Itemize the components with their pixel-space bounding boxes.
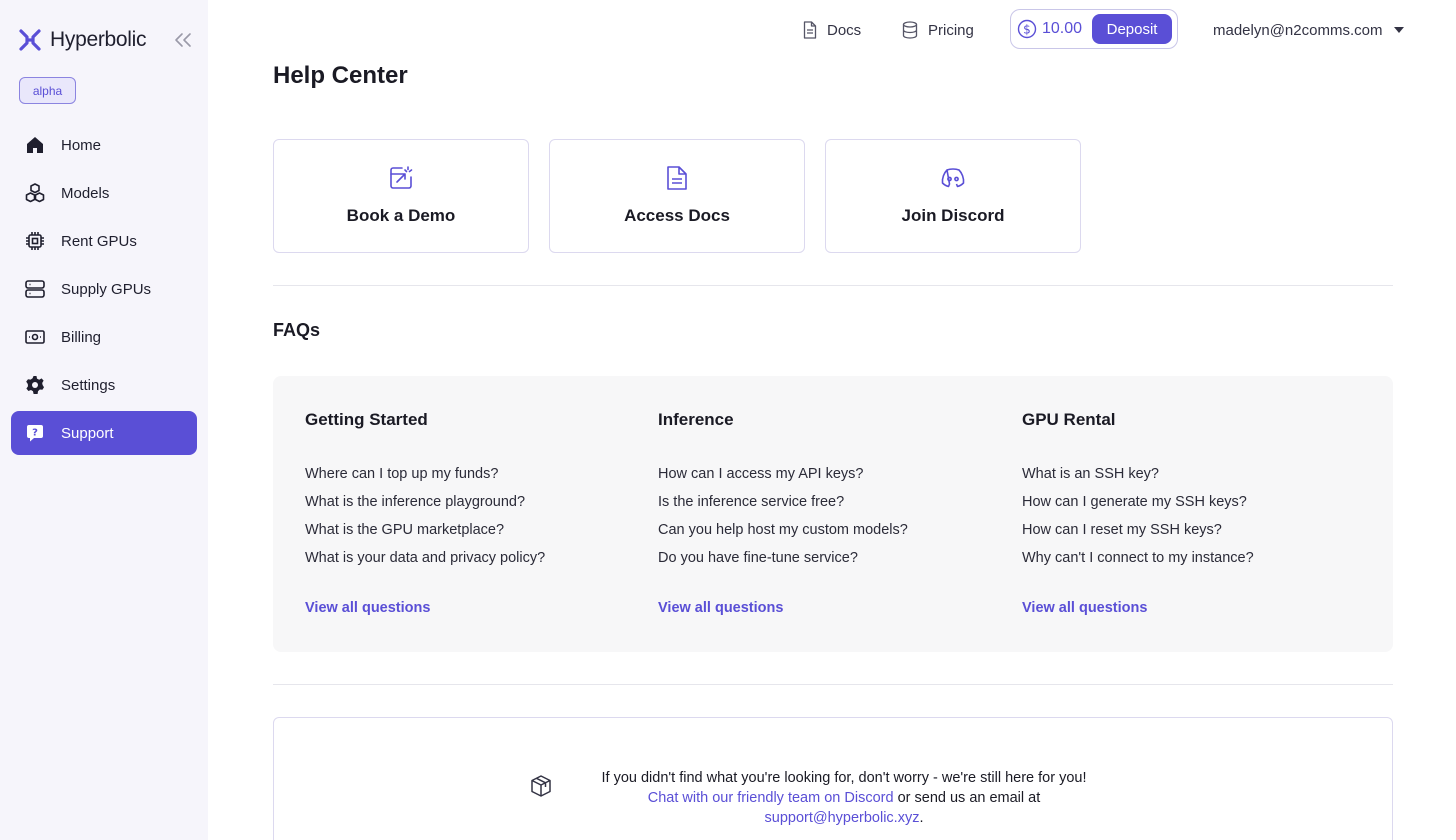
faq-question[interactable]: How can I access my API keys?: [658, 464, 908, 492]
gear-icon: [24, 374, 46, 396]
cubes-icon: [24, 182, 46, 204]
faq-panel: Getting Started Where can I top up my fu…: [273, 376, 1393, 652]
view-all-questions-link[interactable]: View all questions: [658, 600, 908, 616]
faq-question[interactable]: Can you help host my custom models?: [658, 520, 908, 548]
faq-question[interactable]: How can I reset my SSH keys?: [1022, 520, 1254, 548]
faq-question[interactable]: What is the inference playground?: [305, 492, 545, 520]
deposit-button[interactable]: Deposit: [1092, 14, 1173, 44]
document-icon: [663, 164, 691, 192]
database-icon: [902, 21, 918, 39]
contact-support-box: If you didn't find what you're looking f…: [273, 717, 1393, 840]
divider: [273, 684, 1393, 685]
dollar-coin-icon: $: [1017, 19, 1037, 39]
sidebar-item-supply-gpus[interactable]: Supply GPUs: [11, 267, 197, 311]
faq-question[interactable]: Is the inference service free?: [658, 492, 908, 520]
help-text: If you didn't find what you're looking f…: [574, 768, 1114, 828]
chevron-down-icon: [1394, 27, 1405, 33]
access-docs-card[interactable]: Access Docs: [549, 139, 805, 253]
faq-question[interactable]: What is the GPU marketplace?: [305, 520, 545, 548]
sidebar-item-settings[interactable]: Settings: [11, 363, 197, 407]
discord-chat-link[interactable]: Chat with our friendly team on Discord: [648, 790, 894, 806]
view-all-questions-link[interactable]: View all questions: [1022, 600, 1254, 616]
faq-column-title: Inference: [658, 410, 734, 429]
calendar-link-icon: [387, 164, 415, 192]
collapse-sidebar-icon[interactable]: [172, 30, 194, 50]
pricing-link[interactable]: Pricing: [902, 18, 974, 42]
alpha-badge: alpha: [19, 77, 76, 104]
sidebar-item-label: Support: [61, 424, 114, 442]
home-icon: [24, 134, 46, 156]
faq-question[interactable]: How can I generate my SSH keys?: [1022, 492, 1254, 520]
support-email-link[interactable]: support@hyperbolic.xyz: [765, 810, 920, 826]
faq-question[interactable]: Why can't I connect to my instance?: [1022, 548, 1254, 576]
sidebar-item-home[interactable]: Home: [11, 123, 197, 167]
server-icon: [24, 278, 46, 300]
discord-icon: [939, 164, 967, 192]
sidebar-nav: Home Models Rent GPUs Supply GPUs Billin…: [11, 123, 197, 459]
balance-widget: $ 10.00 Deposit: [1010, 9, 1178, 49]
page-title: Help Center: [273, 62, 408, 89]
docs-label: Docs: [827, 21, 862, 39]
balance-value: 10.00: [1042, 20, 1083, 37]
balance-amount: $ 10.00: [1017, 19, 1082, 39]
docs-link[interactable]: Docs: [803, 18, 861, 42]
faq-title: FAQs: [273, 320, 321, 340]
faq-list: How can I access my API keys? Is the inf…: [658, 464, 908, 576]
sidebar-item-label: Billing: [61, 328, 102, 346]
sidebar-item-support[interactable]: ? Support: [11, 411, 197, 455]
user-email: madelyn@n2comms.com: [1213, 21, 1383, 39]
card-label: Access Docs: [624, 206, 730, 225]
package-icon: [531, 775, 551, 797]
sidebar-item-label: Models: [61, 184, 110, 202]
faq-column-inference: Inference How can I access my API keys? …: [658, 410, 908, 616]
support-chat-icon: ?: [24, 422, 46, 444]
join-discord-card[interactable]: Join Discord: [825, 139, 1081, 253]
book-demo-card[interactable]: Book a Demo: [273, 139, 529, 253]
pricing-label: Pricing: [928, 21, 974, 39]
svg-text:$: $: [1023, 23, 1031, 37]
faq-column-gpu-rental: GPU Rental What is an SSH key? How can I…: [1022, 410, 1254, 616]
sidebar-item-label: Supply GPUs: [61, 280, 152, 298]
svg-text:?: ?: [32, 428, 38, 439]
faq-question[interactable]: What is an SSH key?: [1022, 464, 1254, 492]
faq-column-getting-started: Getting Started Where can I top up my fu…: [305, 410, 545, 616]
faq-question[interactable]: Where can I top up my funds?: [305, 464, 545, 492]
card-label: Book a Demo: [346, 206, 456, 225]
document-icon: [803, 21, 817, 39]
help-line-2: Chat with our friendly team on Discord o…: [574, 788, 1114, 828]
sidebar-item-models[interactable]: Models: [11, 171, 197, 215]
brand[interactable]: Hyperbolic: [18, 26, 147, 54]
sidebar-item-rent-gpus[interactable]: Rent GPUs: [11, 219, 197, 263]
sidebar-item-label: Settings: [61, 376, 116, 394]
view-all-questions-link[interactable]: View all questions: [305, 600, 545, 616]
hyperbolic-logo-icon: [19, 29, 41, 51]
faq-column-title: Getting Started: [305, 410, 428, 429]
user-menu[interactable]: madelyn@n2comms.com: [1213, 18, 1405, 42]
brand-name: Hyperbolic: [50, 28, 147, 51]
help-middle-text: or send us an email at: [897, 790, 1041, 806]
help-end-text: .: [919, 810, 924, 826]
cash-icon: [24, 326, 46, 348]
sidebar-item-billing[interactable]: Billing: [11, 315, 197, 359]
card-label: Join Discord: [901, 206, 1005, 225]
faq-question[interactable]: What is your data and privacy policy?: [305, 548, 545, 576]
sidebar-item-label: Rent GPUs: [61, 232, 137, 250]
faq-list: What is an SSH key? How can I generate m…: [1022, 464, 1254, 576]
faq-column-title: GPU Rental: [1022, 410, 1116, 429]
faq-list: Where can I top up my funds? What is the…: [305, 464, 545, 576]
chip-icon: [24, 230, 46, 252]
sidebar-item-label: Home: [61, 136, 102, 154]
sidebar: Hyperbolic alpha Home Models Rent GPUs S…: [0, 0, 208, 840]
divider: [273, 285, 1393, 286]
help-line-1: If you didn't find what you're looking f…: [601, 770, 1087, 786]
faq-question[interactable]: Do you have fine-tune service?: [658, 548, 908, 576]
